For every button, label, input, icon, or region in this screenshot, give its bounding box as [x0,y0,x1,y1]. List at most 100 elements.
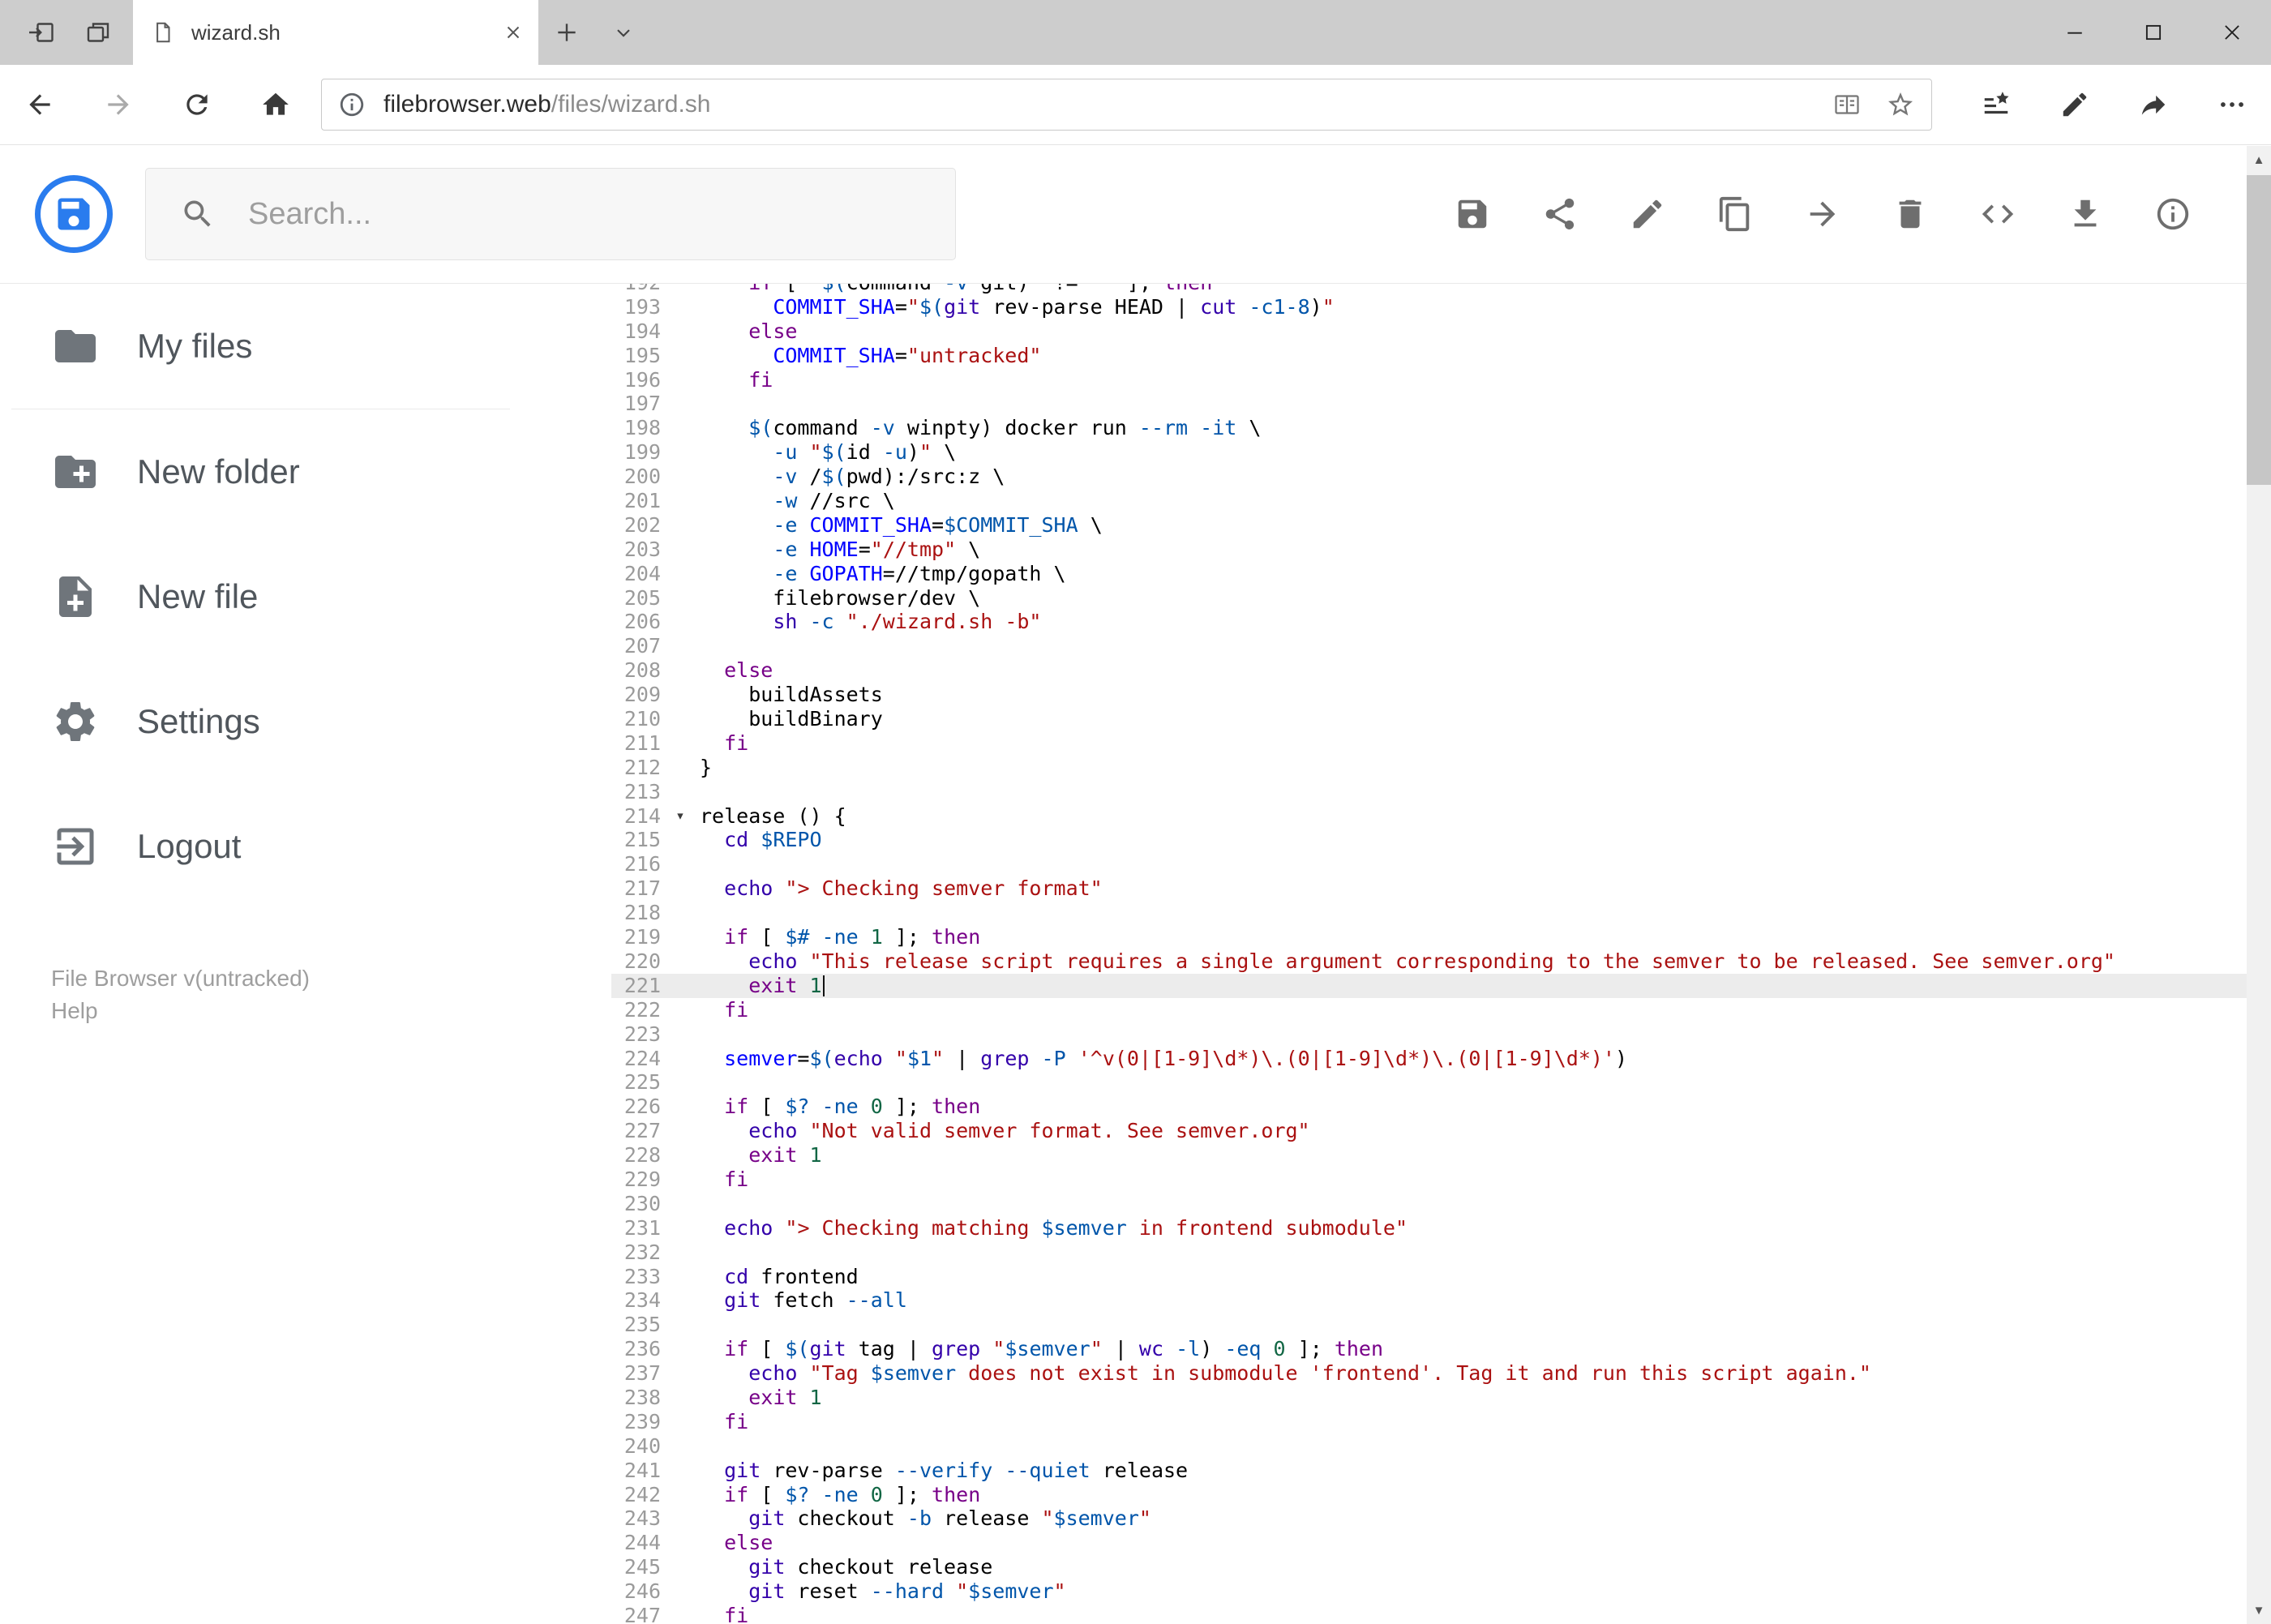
code-line[interactable]: 211 fi [611,731,2271,756]
code-line[interactable]: 231 echo "> Checking matching $semver in… [611,1216,2271,1240]
filebrowser-logo[interactable] [35,175,113,253]
fold-marker-icon[interactable]: ▾ [661,804,700,829]
code-line[interactable]: 204 -e GOPATH=//tmp/gopath \ [611,562,2271,586]
share-icon[interactable] [2114,65,2192,144]
scrollbar-thumb[interactable] [2247,175,2271,485]
code-line[interactable]: 206 sh -c "./wizard.sh -b" [611,610,2271,634]
search-input[interactable] [248,196,931,232]
code-line[interactable]: 197 [611,392,2271,416]
code-line[interactable]: 227 echo "Not valid semver format. See s… [611,1119,2271,1143]
code-line[interactable]: 201 -w //src \ [611,489,2271,513]
more-options-icon[interactable] [2192,65,2271,144]
new-tab-button[interactable] [538,0,595,65]
code-line[interactable]: 212} [611,756,2271,780]
web-note-pen-icon[interactable] [2035,65,2114,144]
info-button[interactable] [2129,145,2217,284]
set-tabs-aside-icon[interactable] [13,0,70,65]
browser-tab[interactable]: wizard.sh [133,0,538,65]
sidebar-item-new-folder[interactable]: New folder [0,409,521,534]
vertical-scrollbar[interactable]: ▲ ▼ [2247,146,2271,1624]
code-line[interactable]: 200 -v /$(pwd):/src:z \ [611,465,2271,489]
refresh-button[interactable] [157,65,236,144]
code-line[interactable]: 228 exit 1 [611,1143,2271,1168]
code-line[interactable]: 216 [611,852,2271,876]
code-line[interactable]: 241 git rev-parse --verify --quiet relea… [611,1459,2271,1483]
code-line[interactable]: 225 [611,1070,2271,1095]
code-line[interactable]: 247 fi [611,1604,2271,1624]
code-line[interactable]: 226 if [ $? -ne 0 ]; then [611,1095,2271,1119]
tabs-set-aside-icon[interactable] [70,0,126,65]
maximize-button[interactable] [2114,0,2192,65]
code-line[interactable]: 203 -e HOME="//tmp" \ [611,538,2271,562]
search-bar[interactable] [145,168,956,260]
code-line[interactable]: 240 [611,1434,2271,1459]
code-line[interactable]: 219 if [ $# -ne 1 ]; then [611,925,2271,949]
download-button[interactable] [2042,145,2129,284]
code-line[interactable]: 217 echo "> Checking semver format" [611,876,2271,901]
code-line[interactable]: 230 [611,1192,2271,1216]
reading-view-icon[interactable] [1832,90,1862,119]
help-link[interactable]: Help [51,995,521,1027]
code-line[interactable]: 223 [611,1022,2271,1047]
share-button[interactable] [1516,145,1604,284]
code-line[interactable]: 210 buildBinary [611,707,2271,731]
source-view-button[interactable] [1954,145,2042,284]
delete-button[interactable] [1866,145,1954,284]
code-line[interactable]: 224 semver=$(echo "$1" | grep -P '^v(0|[… [611,1047,2271,1071]
code-line[interactable]: 196 fi [611,368,2271,392]
tab-list-chevron-icon[interactable] [595,0,652,65]
address-bar[interactable]: filebrowser.web/files/wizard.sh [321,79,1932,131]
forward-button[interactable] [79,65,157,144]
hub-favorites-icon[interactable] [1956,65,2035,144]
code-line[interactable]: 193 COMMIT_SHA="$(git rev-parse HEAD | c… [611,295,2271,319]
rename-button[interactable] [1604,145,1691,284]
code-line[interactable]: 195 COMMIT_SHA="untracked" [611,344,2271,368]
scroll-down-icon[interactable]: ▼ [2247,1596,2271,1624]
code-editor[interactable]: 192 if [ "$(command -v git)" != "" ]; th… [521,284,2271,1624]
code-line[interactable]: 208 else [611,658,2271,683]
code-line[interactable]: 233 cd frontend [611,1265,2271,1289]
code-line[interactable]: 214 ▾ release () { [611,804,2271,829]
move-button[interactable] [1779,145,1866,284]
code-line[interactable]: 244 else [611,1531,2271,1555]
code-line[interactable]: 237 echo "Tag $semver does not exist in … [611,1361,2271,1386]
code-line[interactable]: 215 cd $REPO [611,828,2271,852]
close-button[interactable] [2192,0,2271,65]
code-line[interactable]: 222 fi [611,998,2271,1022]
sidebar-item-logout[interactable]: Logout [0,784,521,909]
favorite-star-icon[interactable] [1886,90,1915,119]
code-line[interactable]: 205 filebrowser/dev \ [611,586,2271,611]
code-line[interactable]: 243 git checkout -b release "$semver" [611,1506,2271,1531]
minimize-button[interactable] [2035,0,2114,65]
home-button[interactable] [236,65,315,144]
code-line[interactable]: 207 [611,634,2271,658]
code-line[interactable]: 213 [611,780,2271,804]
tab-close-icon[interactable] [503,22,524,43]
code-line[interactable]: 242 if [ $? -ne 0 ]; then [611,1483,2271,1507]
code-line[interactable]: 246 git reset --hard "$semver" [611,1579,2271,1604]
code-line[interactable]: 229 fi [611,1168,2271,1192]
back-button[interactable] [0,65,79,144]
code-line[interactable]: 245 git checkout release [611,1555,2271,1579]
site-info-icon[interactable] [338,91,366,118]
code-line[interactable]: 218 [611,901,2271,925]
code-line[interactable]: 198 $(command -v winpty) docker run --rm… [611,416,2271,440]
code-line[interactable]: 234 git fetch --all [611,1288,2271,1313]
code-line[interactable]: 232 [611,1240,2271,1265]
code-line[interactable]: 238 exit 1 [611,1386,2271,1410]
copy-button[interactable] [1691,145,1779,284]
sidebar-item-my-files[interactable]: My files [0,284,521,409]
code-line[interactable]: 221 exit 1 [611,973,2271,998]
scroll-up-icon[interactable]: ▲ [2247,146,2271,174]
code-line[interactable]: 235 [611,1313,2271,1337]
sidebar-item-settings[interactable]: Settings [0,659,521,784]
code-line[interactable]: 236 if [ $(git tag | grep "$semver" | wc… [611,1337,2271,1361]
code-line[interactable]: 192 if [ "$(command -v git)" != "" ]; th… [611,284,2271,295]
code-line[interactable]: 209 buildAssets [611,683,2271,707]
save-button[interactable] [1429,145,1516,284]
code-line[interactable]: 202 -e COMMIT_SHA=$COMMIT_SHA \ [611,513,2271,538]
code-line[interactable]: 194 else [611,319,2271,344]
sidebar-item-new-file[interactable]: New file [0,534,521,659]
code-line[interactable]: 199 -u "$(id -u)" \ [611,440,2271,465]
code-line[interactable]: 239 fi [611,1410,2271,1434]
